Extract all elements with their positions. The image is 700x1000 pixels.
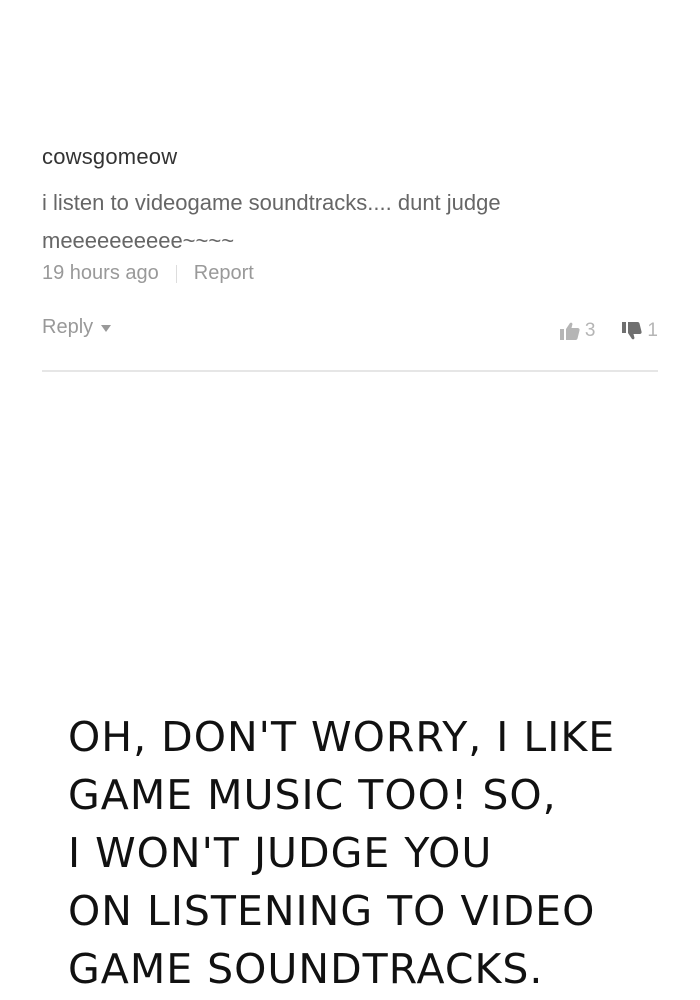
thumbs-down-icon [621,321,643,341]
caption-line: I WON'T JUDGE YOU [68,829,493,877]
comment-timestamp: 19 hours ago [42,262,159,284]
comment-meta: 19 hours ago Report [42,262,254,285]
caption-line: OH, DON'T WORRY, I LIKE [68,713,616,761]
caption-text: OH, DON'T WORRY, I LIKE GAME MUSIC TOO! … [68,708,678,998]
downvote-button[interactable]: 1 [621,320,658,342]
reply-label: Reply [42,316,94,338]
reply-button[interactable]: Reply [42,316,112,339]
meta-separator [175,264,177,283]
downvote-count: 1 [647,320,658,341]
caret-down-icon [101,325,112,332]
comment-divider [42,370,658,372]
thumbs-up-icon [559,321,581,341]
upvote-count: 3 [584,320,596,341]
comment-username[interactable]: cowsgomeow [42,144,177,170]
report-link[interactable]: Report [194,262,254,285]
vote-controls: 3 1 [559,320,658,342]
upvote-button[interactable]: 3 [559,320,596,342]
caption-line: ON LISTENING TO VIDEO [68,887,596,935]
comment-body: i listen to videogame soundtracks.... du… [42,190,501,253]
caption-line: GAME MUSIC TOO! SO, [68,771,557,819]
caption-line: GAME SOUNDTRACKS. [68,945,544,993]
